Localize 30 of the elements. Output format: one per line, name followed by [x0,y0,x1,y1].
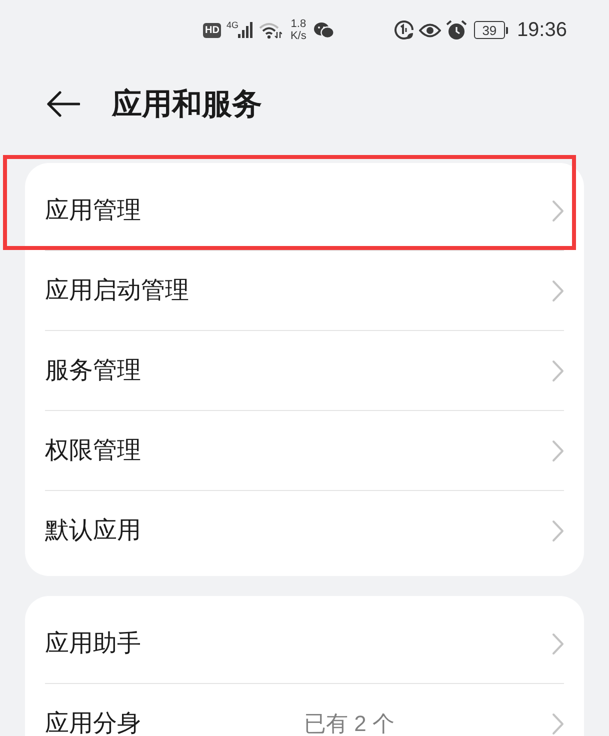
menu-item[interactable]: 应用分身 已有 2 个 [45,684,564,736]
alarm-clock-icon [446,20,467,40]
menu-item[interactable]: 应用管理 [45,171,564,250]
menu-item[interactable]: 服务管理 [45,331,564,410]
chevron-right-icon [552,520,564,542]
item-value: 已有 2 个 [304,710,396,736]
eye-icon [418,22,441,38]
signal-bars-icon [238,22,254,38]
menu-item[interactable]: 应用启动管理 [45,251,564,330]
back-button[interactable] [47,91,80,117]
page-title: 应用和服务 [112,86,262,122]
chevron-right-icon [552,632,564,654]
chevron-right-icon [552,712,564,734]
speed-unit: K/s [290,30,306,42]
battery-indicator: 39 [474,21,508,39]
chevron-right-icon [552,200,564,222]
menu-item[interactable]: 应用助手 [45,604,564,683]
chat-bubbles-icon [314,22,334,38]
chevron-right-icon [552,440,564,462]
wifi-icon [259,22,282,38]
chevron-right-icon [552,280,564,302]
speed-value: 1.8 [290,18,306,30]
chevron-right-icon [552,360,564,382]
menu-item[interactable]: 默认应用 [45,491,564,570]
clock-time: 19:36 [516,18,567,43]
hd-badge: HD [203,22,222,38]
menu-item[interactable]: 权限管理 [45,411,564,490]
arrow-left-icon [47,91,80,117]
network-type-label: 4G [226,20,238,30]
circle-leaf-icon [394,20,414,40]
